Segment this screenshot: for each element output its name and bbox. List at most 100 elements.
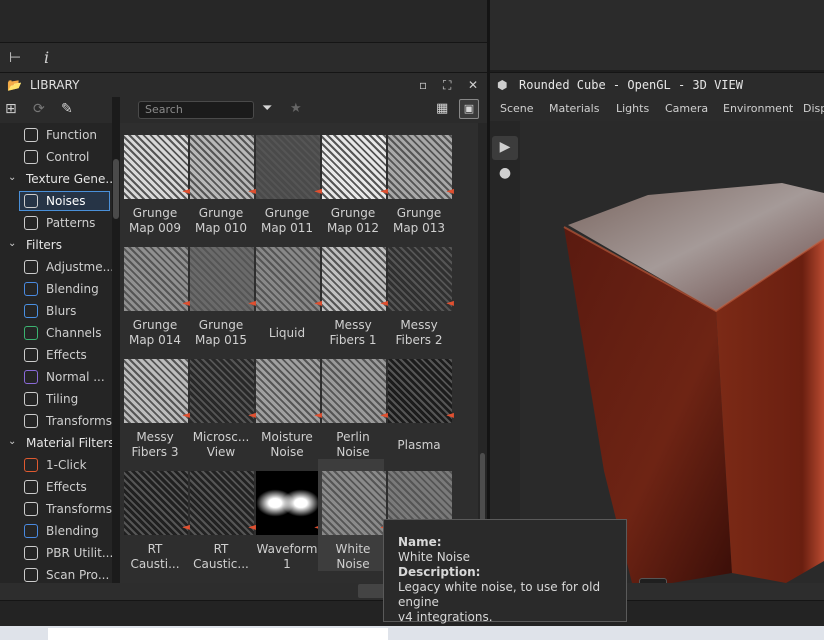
texture-tile[interactable]: ◄ Microsc... View xyxy=(186,347,256,459)
tile-name-line2: Map 012 xyxy=(326,221,380,235)
texture-tile[interactable]: ◄ Messy Fibers 2 xyxy=(384,235,454,347)
sidebar-category[interactable]: ⌄ Material Filters xyxy=(0,432,112,454)
library-tools: ⊞ ⟳ ✎ xyxy=(0,97,120,123)
sidebar-item[interactable]: Blending xyxy=(0,520,112,542)
tile-name-line1: White xyxy=(335,542,371,556)
sidebar-item-label: Transforms xyxy=(46,502,112,516)
texture-tile[interactable]: ◄ Grunge Map 012 xyxy=(318,123,388,235)
info-icon[interactable]: i xyxy=(44,48,49,67)
texture-tile[interactable]: ◄ Moisture Noise xyxy=(252,347,322,459)
texture-tile[interactable]: ◄ Liquid xyxy=(252,235,322,347)
3d-view-menu: Scene Materials Lights Camera Environmen… xyxy=(490,97,824,121)
sidebar-item-label: Blending xyxy=(46,524,99,538)
sidebar-category[interactable]: ⌄ Texture Gene... xyxy=(0,168,112,190)
sidebar-item[interactable]: Effects xyxy=(0,344,112,366)
node-badge-icon: ◄ xyxy=(446,410,454,421)
sidebar-item[interactable]: Adjustme... xyxy=(0,256,112,278)
sidebar-item[interactable]: Scan Pro... xyxy=(0,564,112,583)
light-bulb-icon[interactable]: ● xyxy=(492,162,518,186)
3d-view-title: Rounded Cube - OpenGL - 3D VIEW xyxy=(519,78,743,92)
sidebar-item[interactable]: Effects xyxy=(0,476,112,498)
sidebar-item[interactable]: 1-Click xyxy=(0,454,112,476)
sidebar-item-label: 1-Click xyxy=(46,458,87,472)
panel-divider[interactable] xyxy=(487,0,490,600)
tooltip-desc-label: Description: xyxy=(398,565,481,579)
tile-name-line2: Caustic... xyxy=(193,557,249,571)
refresh-icon[interactable]: ⟳ xyxy=(33,101,45,117)
sidebar-item-label: Effects xyxy=(46,348,87,362)
menu-display[interactable]: Disp xyxy=(803,102,824,115)
search-input[interactable]: Search xyxy=(138,101,254,119)
tile-name: Grunge Map 010 xyxy=(186,206,256,236)
tile-name-line1: Microsc... xyxy=(192,430,250,444)
sidebar-item[interactable]: Noises xyxy=(0,190,112,212)
tree-icon[interactable]: ⊢ xyxy=(9,50,21,66)
star-icon[interactable]: ★ xyxy=(290,101,302,116)
tile-name-line1: Grunge xyxy=(198,318,244,332)
sidebar-item[interactable]: Transforms xyxy=(0,498,112,520)
texture-tile[interactable]: ◄ Grunge Map 011 xyxy=(252,123,322,235)
texture-tile[interactable]: ◄ WhiteNoise xyxy=(318,459,388,571)
texture-tile[interactable]: ◄ RT Causti... xyxy=(120,459,190,571)
texture-tile[interactable]: ◄ Waveform1 xyxy=(252,459,322,571)
taskbar-search[interactable] xyxy=(48,628,388,640)
texture-thumbnail: ◄ xyxy=(322,359,388,423)
texture-tile[interactable]: ◄ Grunge Map 015 xyxy=(186,235,256,347)
sidebar-item[interactable]: Transforms xyxy=(0,410,112,432)
sidebar-item[interactable]: Normal ... xyxy=(0,366,112,388)
library-title: LIBRARY xyxy=(30,78,80,92)
chevron-down-icon[interactable]: ⌄ xyxy=(8,436,16,447)
3d-viewport[interactable]: ⌄ xyxy=(520,121,824,583)
chevron-down-icon[interactable]: ⌄ xyxy=(8,238,16,249)
tile-name-line2: Map 013 xyxy=(392,221,446,235)
texture-thumbnail: ◄ xyxy=(190,247,256,311)
sidebar-item[interactable]: Patterns xyxy=(0,212,112,234)
filter-icon[interactable]: ⏷ xyxy=(262,101,272,116)
grid-view-icon[interactable]: ▦ xyxy=(436,101,448,116)
sidebar-category[interactable]: ⌄ Filters xyxy=(0,234,112,256)
sidebar-item-label: Filters xyxy=(26,238,62,252)
menu-lights[interactable]: Lights xyxy=(616,102,649,115)
sidebar-item[interactable]: PBR Utilit... xyxy=(0,542,112,564)
restore-icon[interactable]: ▫ xyxy=(419,78,427,92)
texture-tile[interactable]: ◄ Grunge Map 010 xyxy=(186,123,256,235)
tile-name: Grunge Map 012 xyxy=(318,206,388,236)
menu-materials[interactable]: Materials xyxy=(549,102,599,115)
sidebar-item[interactable]: Tiling xyxy=(0,388,112,410)
texture-tile[interactable]: ◄ RT Caustic... xyxy=(186,459,256,571)
category-icon xyxy=(24,260,38,274)
texture-tile[interactable]: ◄ Perlin Noise xyxy=(318,347,388,459)
menu-scene[interactable]: Scene xyxy=(500,102,534,115)
tile-name-line2: Fibers 2 xyxy=(395,333,443,347)
tile-name: Messy Fibers 1 xyxy=(318,318,388,348)
sidebar-item[interactable]: Function xyxy=(0,124,112,146)
chevron-down-icon[interactable]: ⌄ xyxy=(8,172,16,183)
maximize-icon[interactable]: ⛶ xyxy=(443,78,451,93)
sidebar-item-label: Adjustme... xyxy=(46,260,112,274)
secondary-toolbar: ⊢ i xyxy=(0,42,487,72)
add-folder-icon[interactable]: ⊞ xyxy=(5,101,17,117)
tile-name-line1: RT xyxy=(147,542,163,556)
sidebar-item[interactable]: Channels xyxy=(0,322,112,344)
sidebar-scrollbar[interactable] xyxy=(112,97,120,583)
menu-camera[interactable]: Camera xyxy=(665,102,708,115)
close-icon[interactable]: ✕ xyxy=(468,78,478,92)
preview-icon[interactable]: ▣ xyxy=(459,99,479,119)
sidebar-item[interactable]: Blending xyxy=(0,278,112,300)
texture-tile[interactable]: ◄ Grunge Map 009 xyxy=(120,123,190,235)
edit-icon[interactable]: ✎ xyxy=(61,101,73,117)
menu-environment[interactable]: Environment xyxy=(723,102,793,115)
camera-icon[interactable]: ▶ xyxy=(492,136,518,160)
sidebar-item[interactable]: Control xyxy=(0,146,112,168)
texture-tile[interactable]: ◄ Grunge Map 014 xyxy=(120,235,190,347)
sidebar-item[interactable]: Blurs xyxy=(0,300,112,322)
sidebar-item-label: Transforms xyxy=(46,414,112,428)
texture-tile[interactable]: ◄ Grunge Map 013 xyxy=(384,123,454,235)
grid-scrollbar[interactable] xyxy=(478,123,487,583)
texture-tile[interactable]: ◄ Plasma xyxy=(384,347,454,459)
texture-tile[interactable]: ◄ Messy Fibers 3 xyxy=(120,347,190,459)
tile-name: Microsc... View xyxy=(186,430,256,460)
texture-tile[interactable]: ◄ Messy Fibers 1 xyxy=(318,235,388,347)
horizontal-scrollbar[interactable] xyxy=(358,584,386,598)
tile-name-line2: Map 010 xyxy=(194,221,248,235)
